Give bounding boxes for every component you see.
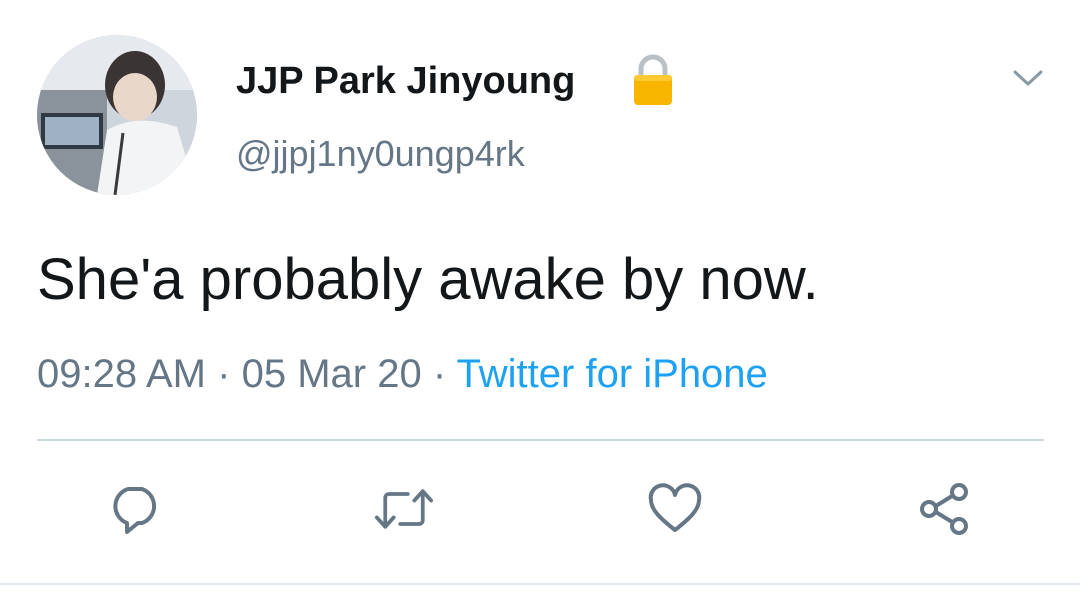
heart-icon <box>648 483 702 532</box>
tweet-text: She'a probably awake by now. <box>37 247 819 312</box>
display-name[interactable]: JJP Park Jinyoung <box>236 56 575 106</box>
handle[interactable]: @jjpj1ny0ungp4rk <box>236 131 525 177</box>
bottom-divider <box>0 583 1080 585</box>
divider <box>37 439 1044 441</box>
retweet-button[interactable] <box>374 479 434 539</box>
like-button[interactable] <box>645 479 705 539</box>
meta-separator: · <box>432 352 447 396</box>
avatar[interactable] <box>37 35 197 195</box>
tweet-source-link[interactable]: Twitter for iPhone <box>457 352 768 396</box>
meta-separator: · <box>217 352 231 396</box>
action-bar <box>0 479 1080 539</box>
avatar-photo <box>37 35 197 195</box>
lock-icon <box>630 54 676 106</box>
chevron-down-icon[interactable] <box>1010 64 1046 92</box>
reply-button[interactable] <box>106 479 166 539</box>
tweet-meta: 09:28 AM · 05 Mar 20 · Twitter for iPhon… <box>37 348 768 400</box>
tweet-time: 09:28 AM <box>37 352 207 396</box>
share-icon <box>920 483 968 535</box>
tweet-date: 05 Mar 20 <box>241 352 422 396</box>
share-button[interactable] <box>914 479 974 539</box>
reply-icon <box>113 487 157 534</box>
retweet-icon <box>374 489 434 529</box>
